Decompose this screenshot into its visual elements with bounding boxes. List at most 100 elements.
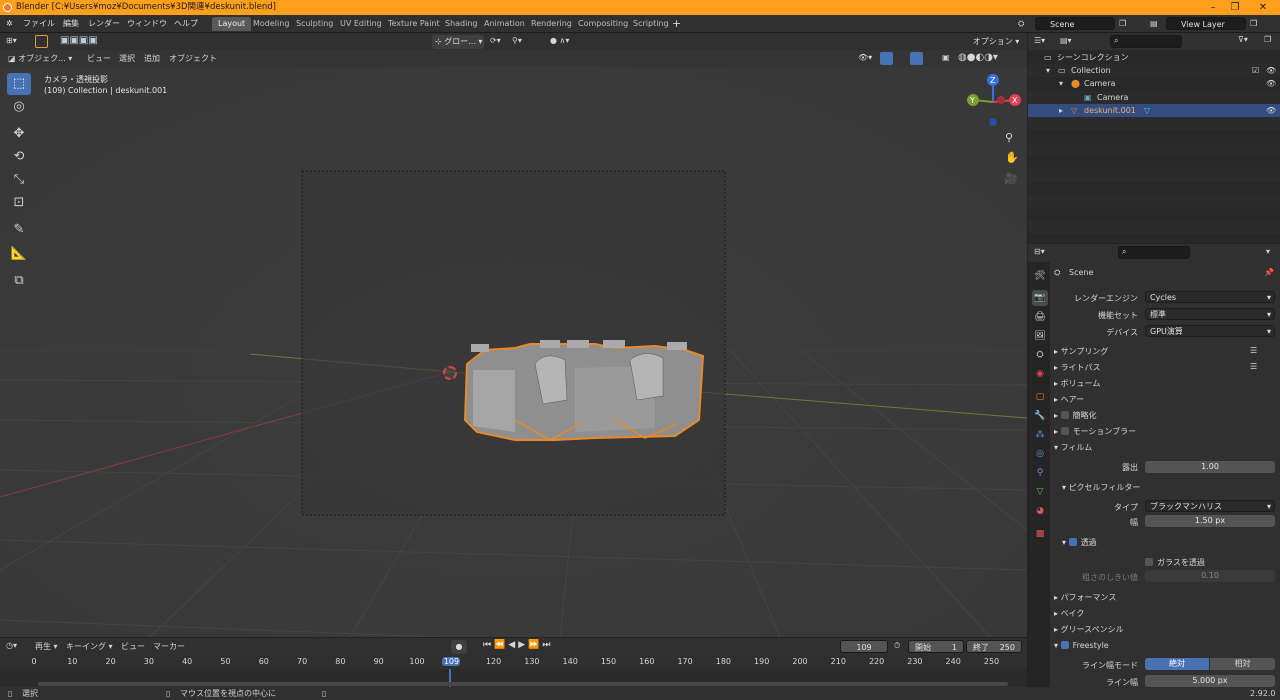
- tab-sculpting[interactable]: Sculpting: [290, 17, 339, 31]
- tab-animation[interactable]: Animation: [478, 17, 531, 31]
- outliner-editor-icon[interactable]: ☰▾: [1034, 36, 1045, 45]
- transform-tool-icon[interactable]: ⊡: [7, 192, 31, 214]
- section-hair[interactable]: ▸ ヘアー: [1054, 393, 1084, 406]
- view-layer-field[interactable]: View Layer: [1166, 17, 1246, 30]
- tab-texture-paint[interactable]: Texture Paint: [382, 17, 446, 31]
- current-frame-field[interactable]: 109: [840, 640, 888, 653]
- navigation-gizmo[interactable]: Z X Y: [963, 72, 1023, 132]
- section-sampling[interactable]: ▸ サンプリング: [1054, 345, 1108, 358]
- move-tool-icon[interactable]: ✥: [7, 123, 31, 145]
- transparent-glass-option[interactable]: ガラスを透過: [1145, 557, 1205, 568]
- camera-eye-icon[interactable]: 👁: [1266, 77, 1276, 90]
- physics-tab-icon[interactable]: ◎: [1032, 446, 1048, 462]
- section-performance[interactable]: ▸ パフォーマンス: [1054, 591, 1116, 604]
- pivot-icon[interactable]: ⟳▾: [490, 36, 501, 45]
- blender-menu-icon[interactable]: ✲: [6, 18, 13, 30]
- overlay-toggle-icon[interactable]: [910, 52, 923, 65]
- editor-type-icon[interactable]: ⊞▾: [6, 36, 17, 45]
- render-engine-dropdown[interactable]: Cycles ▾: [1145, 291, 1275, 303]
- select-tool-icon[interactable]: ⬚: [7, 73, 31, 95]
- keying-menu[interactable]: キーイング ▾: [66, 641, 113, 652]
- record-button[interactable]: ●: [451, 640, 467, 654]
- scene-field[interactable]: Scene: [1035, 17, 1115, 30]
- tab-layout[interactable]: Layout: [212, 17, 252, 31]
- playback-menu[interactable]: 再生 ▾: [35, 641, 58, 652]
- world-tab-icon[interactable]: ◉: [1032, 366, 1048, 382]
- annotate-tool-icon[interactable]: ✎: [7, 219, 31, 241]
- simplify-checkbox[interactable]: [1060, 411, 1069, 419]
- cursor-tool-icon[interactable]: ◎: [7, 96, 31, 118]
- proportional-edit-icon[interactable]: ● ∧▾: [550, 36, 569, 45]
- expand-arrow-icon[interactable]: ▾: [1046, 64, 1050, 77]
- data-tab-icon[interactable]: ▽: [1032, 484, 1048, 500]
- motion-blur-checkbox[interactable]: [1060, 427, 1069, 435]
- section-transparent[interactable]: ▾ 透過: [1062, 536, 1097, 549]
- menu-object[interactable]: オブジェクト: [169, 53, 217, 64]
- section-freestyle[interactable]: ▾ Freestyle: [1054, 639, 1109, 652]
- tool-tab-icon[interactable]: 🛠: [1032, 268, 1048, 284]
- device-dropdown[interactable]: GPU演算 ▾: [1145, 325, 1275, 337]
- new-collection-icon[interactable]: ❐: [1264, 35, 1271, 44]
- scene-copy-icon[interactable]: ❐: [1119, 18, 1126, 30]
- freestyle-checkbox[interactable]: [1060, 641, 1069, 649]
- menu-file[interactable]: ファイル: [23, 18, 55, 30]
- add-cube-tool-icon[interactable]: ⧉: [7, 270, 31, 292]
- collection-eye-icon[interactable]: 👁: [1266, 64, 1276, 77]
- 3d-viewport[interactable]: カメラ・透視投影 (109) Collection | deskunit.001…: [0, 50, 1027, 637]
- filter-type-dropdown[interactable]: ブラックマンハリス ▾: [1145, 500, 1275, 512]
- scene-tab-icon[interactable]: ⛭: [1032, 347, 1048, 363]
- options-dropdown[interactable]: オプション ▾: [970, 35, 1022, 49]
- outliner-row-camera[interactable]: ▾ ⬤ Camera 👁: [1028, 77, 1280, 90]
- properties-options-icon[interactable]: ▾: [1266, 247, 1270, 256]
- tab-rendering[interactable]: Rendering: [525, 17, 578, 31]
- tab-compositing[interactable]: Compositing: [572, 17, 634, 31]
- view-layer-icon[interactable]: ▤: [1150, 18, 1158, 30]
- particles-tab-icon[interactable]: ⁂: [1032, 427, 1048, 443]
- maximize-icon[interactable]: ❐: [1222, 0, 1248, 15]
- close-icon[interactable]: ✕: [1250, 0, 1276, 15]
- menu-window[interactable]: ウィンドウ: [127, 18, 167, 30]
- tab-uv-editing[interactable]: UV Editing: [334, 17, 388, 31]
- material-tab-icon[interactable]: ◕: [1032, 503, 1048, 519]
- line-width-field[interactable]: 5.000 px: [1145, 675, 1275, 687]
- constraints-tab-icon[interactable]: ⚲: [1032, 465, 1048, 481]
- timeline-scrollbar[interactable]: [38, 682, 1008, 686]
- tab-scripting[interactable]: Scripting: [627, 17, 675, 31]
- section-pixel-filter[interactable]: ▾ ピクセルフィルター: [1062, 481, 1140, 494]
- tab-modeling[interactable]: Modeling: [247, 17, 295, 31]
- end-frame-field[interactable]: 終了 250: [966, 640, 1022, 653]
- 3d-cursor-icon[interactable]: [443, 366, 457, 380]
- section-volumes[interactable]: ▸ ボリューム: [1054, 377, 1100, 390]
- feature-set-dropdown[interactable]: 標準 ▾: [1145, 308, 1275, 320]
- zoom-icon[interactable]: ⚲: [1005, 131, 1013, 144]
- output-tab-icon[interactable]: 🖨: [1032, 309, 1048, 325]
- render-tab-icon[interactable]: 📷: [1032, 290, 1048, 306]
- menu-select[interactable]: 選択: [119, 53, 135, 64]
- frame-ruler[interactable]: 0 10 20 30 40 50 60 70 80 90 100 109 120 130 140 150 160…: [0, 655, 1027, 669]
- visibility-icon[interactable]: 👁▾: [858, 53, 872, 62]
- shading-modes-icons[interactable]: ◍●◐◑▾: [958, 52, 998, 63]
- properties-search-input[interactable]: [1118, 246, 1190, 259]
- deskunit-eye-icon[interactable]: 👁: [1266, 104, 1276, 117]
- line-width-relative-button[interactable]: 相対: [1210, 658, 1275, 670]
- texture-tab-icon[interactable]: ▩: [1032, 526, 1048, 542]
- snap-icon[interactable]: ⚲▾: [512, 36, 522, 45]
- modifier-tab-icon[interactable]: 🔧: [1032, 408, 1048, 424]
- select-box-icon[interactable]: [35, 35, 48, 48]
- outliner-search-input[interactable]: [1110, 35, 1182, 48]
- list-icon[interactable]: ☰: [1250, 346, 1257, 355]
- menu-add[interactable]: 追加: [144, 53, 160, 64]
- properties-editor-icon[interactable]: ⊟▾: [1034, 247, 1045, 256]
- outliner-row-camera-data[interactable]: ▣ Camera: [1028, 91, 1280, 104]
- camera-view-icon[interactable]: 🎥: [1004, 172, 1018, 185]
- menu-view[interactable]: ビュー: [87, 53, 111, 64]
- section-simplify[interactable]: ▸ 簡略化: [1054, 409, 1097, 422]
- timeline-editor-icon[interactable]: ◷▾: [6, 641, 17, 650]
- gizmo-toggle-icon[interactable]: [880, 52, 893, 65]
- xray-icon[interactable]: ▣: [942, 53, 950, 62]
- expand-arrow-icon[interactable]: ▸: [1059, 104, 1063, 117]
- menu-edit[interactable]: 編集: [63, 18, 79, 30]
- menu-render[interactable]: レンダー: [88, 18, 120, 30]
- add-workspace-icon[interactable]: +: [672, 18, 681, 30]
- collection-checkbox-icon[interactable]: ☑: [1252, 64, 1259, 77]
